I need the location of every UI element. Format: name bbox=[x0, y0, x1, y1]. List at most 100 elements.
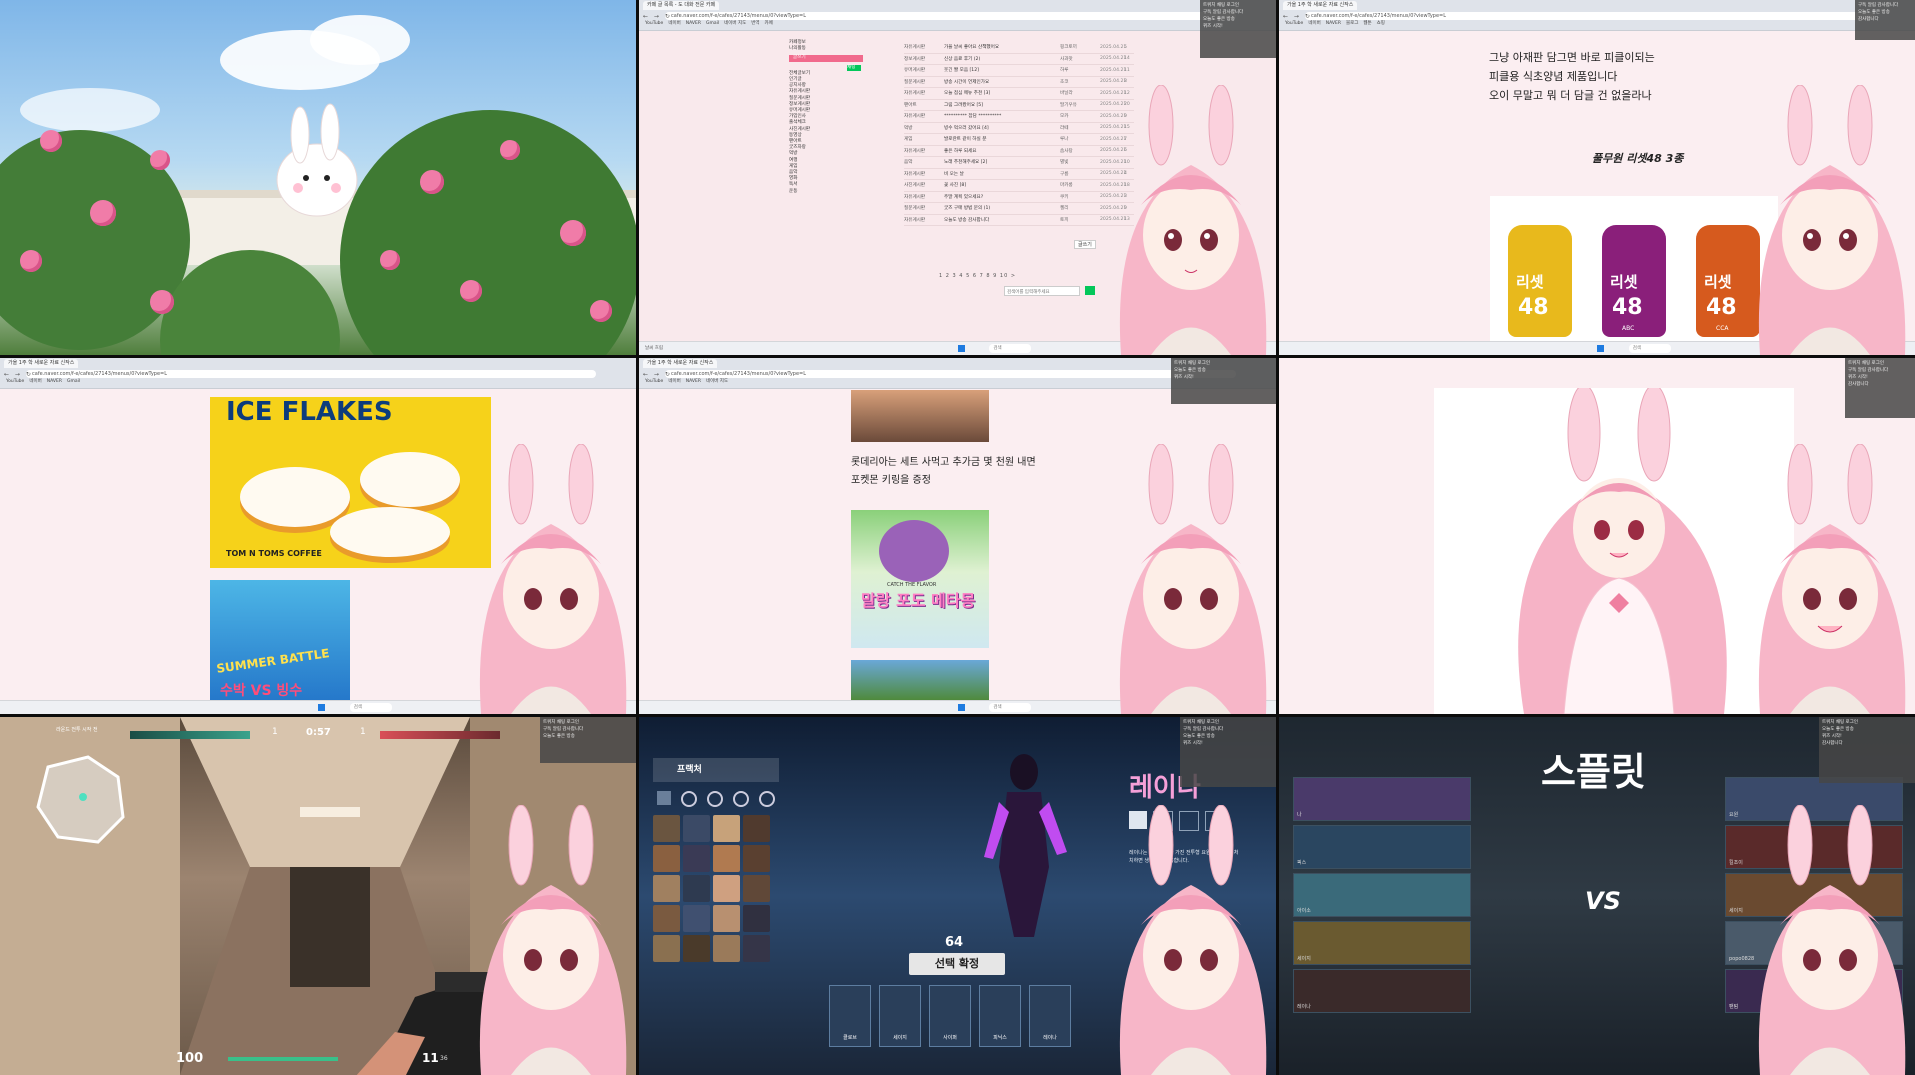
bookmark[interactable]: 네이버 bbox=[29, 378, 41, 386]
agent-portrait[interactable] bbox=[713, 935, 740, 962]
agent-portrait[interactable] bbox=[713, 875, 740, 902]
nav-arrows-icon[interactable]: ← → ↻ bbox=[1283, 13, 1312, 20]
agent-portrait[interactable] bbox=[653, 845, 680, 872]
cell-title[interactable]: 신상 음료 후기 (2) bbox=[944, 56, 1060, 62]
sidebar-item[interactable]: 나의활동 bbox=[789, 46, 894, 52]
role-filter-bar[interactable] bbox=[653, 791, 777, 807]
bookmark[interactable]: 네이버 bbox=[668, 20, 680, 28]
agent-portrait[interactable] bbox=[683, 905, 710, 932]
bookmark[interactable]: 블로그 bbox=[1346, 20, 1358, 28]
agent-portrait[interactable] bbox=[653, 815, 680, 842]
write-button[interactable]: 글쓰기 bbox=[789, 55, 863, 62]
cell-title[interactable]: ********** 잡담 ********** bbox=[944, 113, 1060, 119]
agent-portrait[interactable] bbox=[743, 935, 770, 962]
lock-in-button[interactable]: 선택 확정 bbox=[909, 953, 1005, 975]
cell-title[interactable]: 방송 시간이 언제인가요 bbox=[944, 79, 1060, 85]
table-row[interactable]: 질문게시판 방송 시간이 언제인가요 초코 2025.04.21 8 bbox=[904, 77, 1134, 88]
windows-start-icon[interactable] bbox=[957, 345, 965, 352]
bookmark[interactable]: YouTube bbox=[6, 378, 24, 386]
table-row[interactable]: 사진게시판 꽃 사진 [8] 마카롱 2025.04.21 18 bbox=[904, 180, 1134, 192]
windows-start-icon[interactable] bbox=[957, 704, 965, 711]
agent-portrait[interactable] bbox=[653, 935, 680, 962]
table-row[interactable]: 먹방 빙수 먹으러 갔어요 [4] 라떼 2025.04.21 15 bbox=[904, 123, 1134, 134]
bookmark[interactable]: YouTube bbox=[645, 20, 663, 28]
taskbar-search[interactable]: 검색 bbox=[989, 344, 1032, 353]
cell-title[interactable]: 비 오는 날 bbox=[944, 171, 1060, 177]
windows-start-icon[interactable] bbox=[1597, 345, 1604, 352]
bookmark[interactable]: 네이버 지도 bbox=[706, 378, 728, 386]
taskbar-search[interactable]: 검색 bbox=[1628, 344, 1671, 353]
cell-title[interactable]: 노래 추천해주세요 [2] bbox=[944, 159, 1060, 165]
agent-portrait[interactable] bbox=[713, 845, 740, 872]
table-row[interactable]: 음악 노래 추천해주세요 [2] 별빛 2025.04.21 10 bbox=[904, 157, 1134, 169]
bookmark[interactable]: YouTube bbox=[1285, 20, 1303, 28]
browser-tab[interactable]: 가을 1주 학 새로운 자료 신작스 bbox=[643, 359, 718, 368]
agent-portrait[interactable] bbox=[743, 875, 770, 902]
bookmark[interactable]: YouTube bbox=[645, 378, 663, 386]
nav-arrows-icon[interactable]: ← → ↻ bbox=[4, 371, 33, 378]
pagination[interactable]: 1 2 3 4 5 6 7 8 9 10 > bbox=[939, 273, 1016, 279]
table-row[interactable]: 자유게시판 좋은 하루 되세요 솜사탕 2025.04.21 6 bbox=[904, 146, 1134, 157]
agent-portrait[interactable] bbox=[683, 845, 710, 872]
table-row[interactable]: 정보게시판 신상 음료 후기 (2) 사과맛 2025.04.21 14 bbox=[904, 54, 1134, 65]
bookmark[interactable]: 네이버 bbox=[668, 378, 680, 386]
bookmark[interactable]: 웹툰 bbox=[1363, 20, 1371, 28]
summer-battle-image[interactable]: SUMMER BATTLE 수박 VS 빙수 bbox=[210, 580, 350, 710]
table-row[interactable]: 자유게시판 가을 날씨 좋아요 산책했어요 핑크토끼 2025.04.21 5 bbox=[904, 42, 1134, 54]
write-post-button[interactable]: 글쓰기 bbox=[1074, 240, 1096, 249]
agent-portrait[interactable] bbox=[683, 815, 710, 842]
cell-title[interactable]: 좋은 하루 되세요 bbox=[944, 148, 1060, 154]
browser-tab[interactable]: 가을 1주 학 새로운 자료 신작스 bbox=[4, 359, 79, 368]
bookmark[interactable]: NAVER bbox=[686, 378, 701, 386]
filter-role-icon[interactable] bbox=[707, 791, 723, 807]
agent-portrait[interactable] bbox=[683, 935, 710, 962]
address-bar[interactable]: cafe.naver.com/f-e/cafes/27143/menus/0?v… bbox=[26, 370, 596, 378]
table-row[interactable]: 자유게시판 오늘 점심 메뉴 추천 [3] 바닐라 2025.04.21 12 bbox=[904, 88, 1134, 100]
cell-title[interactable]: 주말 계획 있으세요? bbox=[944, 194, 1060, 200]
filter-all-icon[interactable] bbox=[657, 791, 671, 805]
taskbar-search[interactable]: 검색 bbox=[349, 703, 392, 712]
table-row[interactable]: 게임 발로란트 같이 하실 분 루나 2025.04.21 7 bbox=[904, 134, 1134, 146]
bookmark[interactable]: 네이버 지도 bbox=[724, 20, 746, 28]
table-row[interactable]: 유머게시판 웃긴 짤 모음 [12] 하루 2025.04.21 11 bbox=[904, 65, 1134, 77]
filter-role-icon[interactable] bbox=[759, 791, 775, 807]
table-row[interactable]: 팬아트 그림 그려봤어요 [5] 딸기우유 2025.04.21 20 bbox=[904, 100, 1134, 111]
food-truck-image[interactable] bbox=[851, 390, 989, 442]
cell-title[interactable]: 가을 날씨 좋아요 산책했어요 bbox=[944, 44, 1060, 50]
cell-title[interactable]: 꽃 사진 [8] bbox=[944, 182, 1060, 188]
bookmark[interactable]: 카페 bbox=[765, 20, 773, 28]
address-bar[interactable]: cafe.naver.com/f-e/cafes/27143/menus/0?v… bbox=[665, 370, 1236, 378]
sidebar-item[interactable]: 운동 bbox=[789, 189, 894, 195]
cell-title[interactable]: 굿즈 구매 방법 문의 (1) bbox=[944, 205, 1060, 211]
taskbar-search[interactable]: 검색 bbox=[989, 703, 1032, 712]
filter-role-icon[interactable] bbox=[681, 791, 697, 807]
agent-portrait[interactable] bbox=[743, 845, 770, 872]
cell-title[interactable]: 웃긴 짤 모음 [12] bbox=[944, 67, 1060, 73]
cell-title[interactable]: 오늘 점심 메뉴 추천 [3] bbox=[944, 90, 1060, 96]
table-row[interactable]: 자유게시판 ********** 잡담 ********** 모카 2025.04.2… bbox=[904, 111, 1134, 123]
agent-portrait[interactable] bbox=[653, 875, 680, 902]
agent-portrait[interactable] bbox=[713, 815, 740, 842]
table-row[interactable]: 자유게시판 오늘도 방송 감사합니다 토끼 2025.04.21 13 bbox=[904, 215, 1134, 226]
cell-title[interactable]: 그림 그려봤어요 [5] bbox=[944, 102, 1060, 108]
browser-tab[interactable]: 카페 글 목록 - 도 대화 전문 카페 bbox=[643, 1, 720, 10]
browser-tab[interactable]: 가을 1주 학 새로운 자료 신작스 bbox=[1283, 1, 1358, 10]
filter-role-icon[interactable] bbox=[733, 791, 749, 807]
search-button[interactable] bbox=[1085, 286, 1095, 295]
ice-flakes-image[interactable]: ICE FLAKES TOM N TOMS COFFEE bbox=[210, 397, 491, 568]
table-row[interactable]: 질문게시판 굿즈 구매 방법 문의 (1) 젤리 2025.04.21 9 bbox=[904, 203, 1134, 215]
table-row[interactable]: 자유게시판 주말 계획 있으세요? 쿠키 2025.04.21 3 bbox=[904, 192, 1134, 203]
cell-title[interactable]: 오늘도 방송 감사합니다 bbox=[944, 217, 1060, 223]
bookmark[interactable]: Gmail bbox=[706, 20, 719, 28]
cell-title[interactable]: 빙수 먹으러 갔어요 [4] bbox=[944, 125, 1060, 131]
bookmark[interactable]: Gmail bbox=[67, 378, 80, 386]
agent-portrait[interactable] bbox=[683, 875, 710, 902]
next-image[interactable] bbox=[851, 660, 989, 700]
agent-portrait[interactable] bbox=[743, 815, 770, 842]
grape-icecream-image[interactable]: CATCH THE FLAVOR 말랑 포도 메타몽 bbox=[851, 510, 989, 648]
nav-arrows-icon[interactable]: ← → ↻ bbox=[643, 371, 672, 378]
agent-portrait[interactable] bbox=[713, 905, 740, 932]
cell-title[interactable]: 발로란트 같이 하실 분 bbox=[944, 136, 1060, 142]
bookmark[interactable]: NAVER bbox=[47, 378, 62, 386]
address-bar[interactable]: cafe.naver.com/f-e/cafes/27143/menus/0?v… bbox=[1305, 12, 1875, 20]
